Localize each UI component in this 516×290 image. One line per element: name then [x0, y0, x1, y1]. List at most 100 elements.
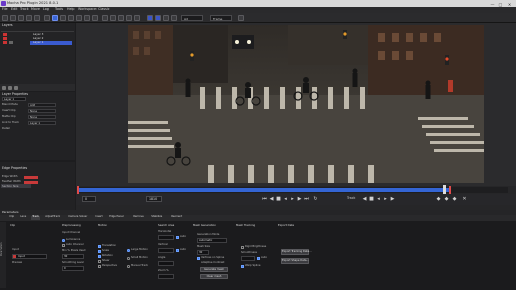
stop-icon[interactable]: ■: [276, 196, 281, 202]
vertical-auto-checkbox[interactable]: [176, 249, 179, 252]
luminance-radio[interactable]: [62, 239, 65, 242]
grid-icon[interactable]: [155, 14, 161, 21]
tab-adjusttrack[interactable]: AdjustTrack: [44, 215, 61, 220]
layer-item-selected[interactable]: Layer 1: [30, 41, 72, 45]
menu-tools[interactable]: Tools: [55, 7, 63, 11]
maximize-button[interactable]: □: [497, 2, 504, 7]
tab-stabilize[interactable]: Stabilize: [150, 215, 163, 220]
tab-reorient[interactable]: Reorient: [170, 215, 183, 220]
rect-icon[interactable]: [76, 14, 82, 21]
parameters-side-tab[interactable]: Parameters: [0, 222, 6, 288]
bezier-icon[interactable]: [34, 14, 40, 21]
tab-edge-panel[interactable]: Edge Panel: [108, 215, 125, 220]
hand-icon[interactable]: [110, 14, 116, 21]
circle-icon[interactable]: [84, 14, 90, 21]
large-motion-radio[interactable]: [127, 249, 130, 252]
manual-track-radio[interactable]: [127, 265, 130, 268]
smoothness-auto-checkbox[interactable]: [257, 257, 260, 260]
menu-workspace[interactable]: Workspace: Classic: [78, 7, 110, 11]
tab-remove[interactable]: Remove: [132, 215, 145, 220]
duplicate-layer-icon[interactable]: [8, 85, 12, 90]
timeline-range[interactable]: [77, 188, 449, 192]
pointer-icon[interactable]: [60, 14, 66, 21]
step-forward-icon[interactable]: ▸: [290, 196, 295, 202]
track-step-back-icon[interactable]: ◂: [376, 196, 381, 202]
matte-icon[interactable]: [171, 14, 177, 21]
menu-help[interactable]: Help: [67, 7, 75, 11]
horizontal-field[interactable]: [158, 235, 174, 240]
tab-lens[interactable]: Lens: [19, 215, 27, 220]
keyframe-add-icon[interactable]: ◆: [444, 196, 449, 202]
save-icon[interactable]: [10, 14, 16, 21]
tab-clip[interactable]: Clip: [8, 215, 15, 220]
rotation-checkbox[interactable]: [98, 255, 101, 258]
export-tracking-button[interactable]: Export Tracking Data...: [281, 249, 312, 255]
x-spline-icon[interactable]: [44, 14, 50, 21]
small-motion-radio[interactable]: [127, 257, 130, 260]
menu-track[interactable]: Track: [20, 7, 29, 11]
transform-icon[interactable]: [134, 14, 140, 21]
angle-field[interactable]: [158, 261, 174, 266]
menu-log[interactable]: Log: [43, 7, 49, 11]
track-backward-icon[interactable]: ◀: [362, 196, 367, 202]
insert-clip-select[interactable]: None: [28, 108, 56, 113]
tab-camera-solver[interactable]: Camera Solver: [67, 215, 89, 220]
keyframe-prev-icon[interactable]: ◆: [436, 196, 441, 202]
generation-mode-select[interactable]: Automatic: [197, 238, 227, 243]
in-point-marker[interactable]: [77, 186, 79, 194]
loop-icon[interactable]: ↻: [313, 196, 318, 202]
close-button[interactable]: ✕: [506, 2, 513, 7]
zoom-icon[interactable]: [118, 14, 124, 21]
prev-keyframe-icon[interactable]: ◀: [269, 196, 274, 202]
eye-icon[interactable]: [9, 41, 13, 44]
minimize-button[interactable]: —: [489, 2, 496, 7]
delete-layer-icon[interactable]: [14, 85, 18, 90]
step-back-icon[interactable]: ◂: [283, 196, 288, 202]
generate-mesh-button[interactable]: Generate mesh: [200, 267, 228, 272]
select-icon[interactable]: [18, 14, 24, 21]
play-icon[interactable]: ▶: [297, 196, 302, 202]
vertical-field[interactable]: [158, 248, 174, 253]
add-layer-icon[interactable]: [2, 85, 6, 90]
track-step-forward-icon[interactable]: ▸: [383, 196, 388, 202]
current-frame-field[interactable]: 0: [82, 195, 96, 202]
menu-file[interactable]: File: [2, 7, 8, 11]
edge-width-slider[interactable]: [24, 176, 38, 179]
link-track-select[interactable]: Layer 1: [28, 120, 56, 125]
menu-move[interactable]: Move: [31, 7, 40, 11]
add-point-icon[interactable]: [68, 14, 74, 21]
go-to-end-icon[interactable]: ⏭: [304, 196, 309, 202]
tab-track[interactable]: Track: [31, 215, 41, 221]
go-to-start-icon[interactable]: ⏮: [262, 196, 267, 202]
out-point-marker[interactable]: [449, 186, 451, 194]
keyframe-delete-icon[interactable]: ✕: [462, 196, 467, 202]
link-icon[interactable]: [102, 14, 108, 21]
shear-checkbox[interactable]: [98, 260, 101, 263]
rotate-icon[interactable]: [126, 14, 132, 21]
zoom-field[interactable]: [158, 274, 174, 279]
playhead[interactable]: [443, 185, 446, 194]
surface-icon[interactable]: [147, 14, 153, 21]
view-dropdown[interactable]: Ad: [181, 14, 203, 21]
select-tool-icon[interactable]: [52, 14, 58, 21]
pen-icon[interactable]: [26, 14, 32, 21]
warp-spline-checkbox[interactable]: [241, 265, 244, 268]
video-frame[interactable]: [128, 25, 484, 183]
end-frame-field[interactable]: 1810: [146, 195, 162, 202]
move-icon[interactable]: [92, 14, 98, 21]
menu-edit[interactable]: Edit: [11, 7, 17, 11]
clear-mesh-button[interactable]: Clear mesh: [200, 274, 228, 279]
open-icon[interactable]: [2, 14, 8, 21]
translation-checkbox[interactable]: [98, 245, 101, 248]
tab-insert[interactable]: Insert: [94, 215, 104, 220]
scale-checkbox[interactable]: [98, 250, 101, 253]
layer-dropdown[interactable]: Frame: [210, 14, 232, 21]
close-layer-icon[interactable]: [163, 14, 169, 21]
mesh-size-field[interactable]: 30: [197, 250, 209, 255]
track-stop-icon[interactable]: ■: [369, 196, 374, 202]
rigid-brightness-checkbox[interactable]: [241, 246, 244, 249]
smoothness-field[interactable]: [241, 256, 255, 261]
blend-mode-select[interactable]: Add: [28, 102, 56, 107]
horizontal-auto-checkbox[interactable]: [176, 236, 179, 239]
track-forward-icon[interactable]: ▶: [390, 196, 395, 202]
